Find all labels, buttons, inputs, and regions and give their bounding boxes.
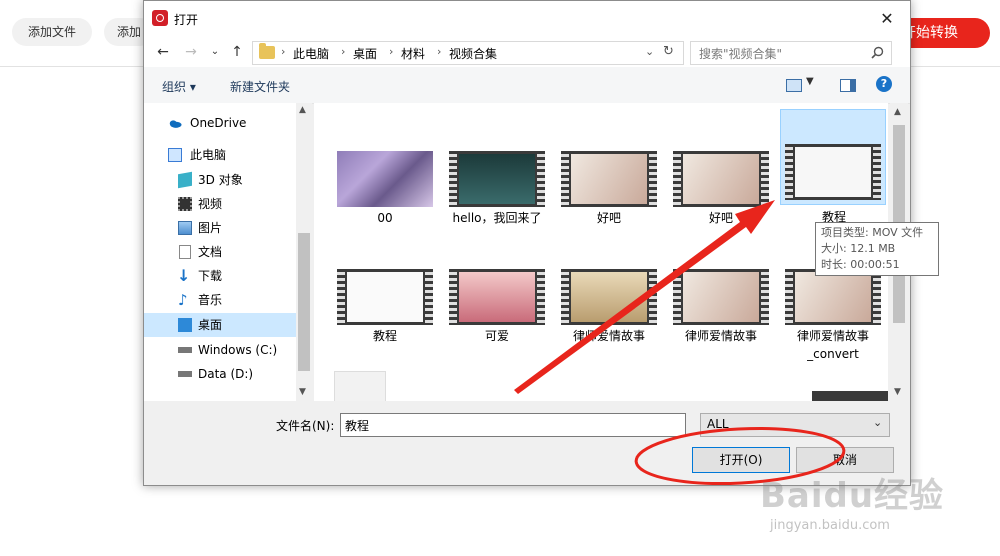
watermark-brand: Baidu经验 [760, 476, 945, 516]
watermark-url: jingyan.baidu.com [770, 518, 890, 533]
red-arrow-annotation [514, 200, 775, 394]
